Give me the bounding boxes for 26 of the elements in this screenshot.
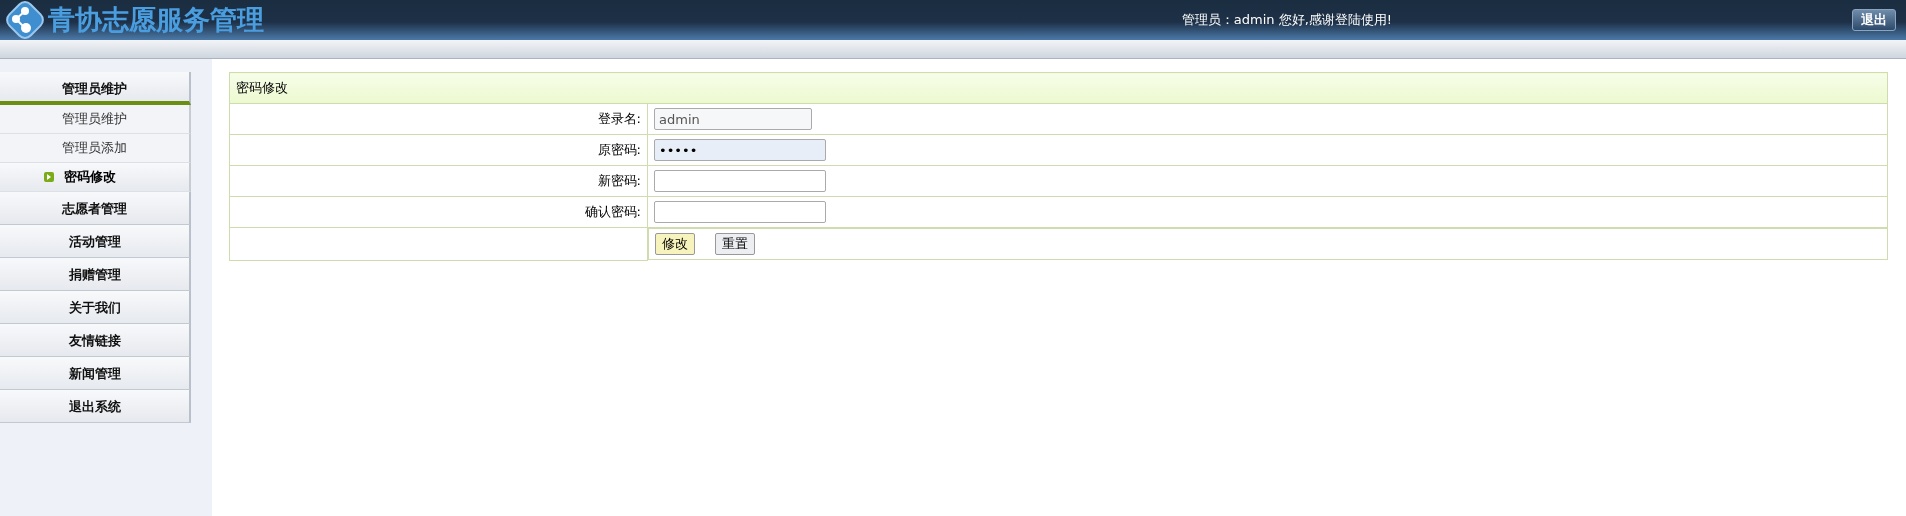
form-button[interactable]: 重置 (715, 233, 755, 255)
welcome-text: 管理员：admin 您好,感谢登陆使用! (1181, 11, 1392, 29)
input-field[interactable]: ••••• (654, 139, 826, 161)
logout-button[interactable]: 退出 (1852, 9, 1896, 31)
form-title: 密码修改 (229, 72, 1888, 104)
form-button[interactable]: 修改 (655, 233, 695, 255)
field-label: 登录名: (597, 111, 641, 126)
input-field[interactable]: admin (654, 108, 812, 130)
menu-group[interactable]: 友情链接 (0, 324, 191, 357)
menu-group[interactable]: 退出系统 (0, 390, 191, 423)
menu-group[interactable]: 新闻管理 (0, 357, 191, 390)
menu-group[interactable]: 管理员维护 (0, 72, 191, 105)
menu-group[interactable]: 志愿者管理 (0, 192, 191, 225)
menu-item[interactable]: 管理员维护 (0, 105, 191, 134)
menu-group[interactable]: 捐赠管理 (0, 258, 191, 291)
menu-group[interactable]: 活动管理 (0, 225, 191, 258)
menu-item[interactable]: 密码修改 (0, 163, 191, 192)
menu-group[interactable]: 关于我们 (0, 291, 191, 324)
menu-item[interactable]: 管理员添加 (0, 134, 191, 163)
arrow-icon (43, 172, 54, 182)
app-title: 青协志愿服务管理 (48, 3, 264, 37)
field-label: 新密码: (597, 173, 641, 188)
input-field[interactable] (654, 170, 826, 192)
input-field[interactable] (654, 201, 826, 223)
field-label: 原密码: (597, 142, 641, 157)
field-label: 确认密码: (584, 204, 641, 219)
